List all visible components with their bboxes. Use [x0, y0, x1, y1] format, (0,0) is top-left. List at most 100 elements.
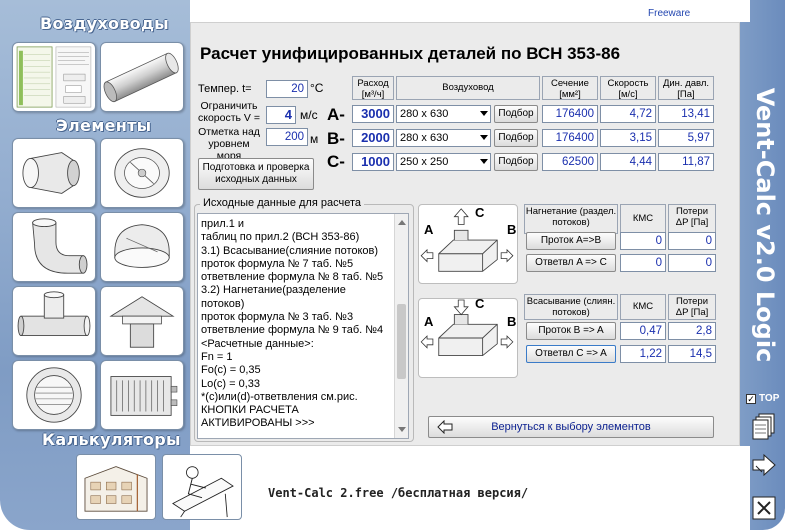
header-duct: Воздуховод	[396, 76, 540, 100]
row-b-flow[interactable]: 2000	[352, 129, 394, 147]
row-c-duct-select[interactable]: 250 x 250	[396, 153, 491, 171]
chevron-down-icon	[480, 111, 488, 116]
injection-kms-header: КМС	[620, 204, 666, 234]
suction-loss-header: Потери ΔP [Па]	[668, 294, 716, 320]
speed-label: Ограничить скорость V =	[198, 100, 260, 124]
suction-header: Всасывание (слиян. потоков)	[524, 294, 618, 320]
prepare-data-button[interactable]: Подготовка и проверка исходных данных	[198, 158, 314, 190]
injection-pass-button[interactable]: Проток A=>B	[526, 232, 616, 250]
element-reducer-thumb[interactable]	[12, 138, 96, 208]
memo-line: таблиц по прил.2 (ВСН 353-86)	[201, 231, 360, 244]
header-speed: Скорость [м/с]	[600, 76, 656, 100]
app-window: Воздуховоды Элементы Калькуляторы Freewa…	[0, 0, 785, 530]
element-valve-thumb[interactable]	[100, 138, 184, 208]
scroll-down-icon[interactable]	[398, 427, 406, 432]
row-a-duct-value: 280 x 630	[400, 108, 449, 120]
diagram1-label-a: A	[424, 222, 434, 237]
suction-pass-loss: 2,8	[668, 322, 716, 340]
row-a-label: A-	[327, 105, 345, 124]
element-round-valve-thumb[interactable]	[100, 212, 184, 282]
calculator-engineer-thumb[interactable]	[162, 454, 242, 520]
element-hood-thumb[interactable]	[100, 286, 184, 356]
memo-line: <Расчетные данные>:	[201, 337, 314, 350]
memo-line: Fn = 1	[201, 350, 233, 363]
vertical-app-name: Vent-Calc v2.0 Logic	[748, 87, 782, 363]
injection-branch-button[interactable]: Ответвл A => C	[526, 254, 616, 272]
elevation-label: Отметка над уровнем моря	[198, 126, 260, 162]
row-a-flow[interactable]: 3000	[352, 105, 394, 123]
row-c-label: C-	[327, 152, 345, 171]
chevron-down-icon	[480, 159, 488, 164]
memo-line: АКТИВИРОВАНЫ >>>	[201, 417, 315, 430]
row-b-speed: 3,15	[600, 129, 656, 147]
row-a-select-button[interactable]: Подбор	[494, 105, 538, 123]
vertical-app-name-text: Vent-Calc v2.0 Logic	[751, 87, 779, 363]
back-to-elements-button[interactable]: Вернуться к выбору элементов	[428, 416, 714, 438]
calculator-building-thumb[interactable]	[76, 454, 156, 520]
memo-line: *(c)или(d)-ответвления см.рис.	[201, 390, 358, 403]
temp-unit: °C	[310, 81, 324, 95]
row-a-speed: 4,72	[600, 105, 656, 123]
row-c-flow[interactable]: 1000	[352, 153, 394, 171]
memo-scrollbar[interactable]	[394, 214, 408, 438]
row-b-pressure: 5,97	[658, 129, 714, 147]
injection-header: Нагнетание (раздел. потоков)	[524, 204, 618, 234]
round-valve-illustration	[114, 224, 170, 268]
memo-line: Lo(c) = 0,33	[201, 377, 261, 390]
suction-branch-kms: 1,22	[620, 345, 666, 363]
speed-input[interactable]: 4	[266, 106, 296, 124]
duct-pipe-illustration	[103, 52, 179, 103]
diagram2-label-c: C	[475, 296, 485, 311]
memo-textbox[interactable]: прил.1 и таблиц по прил.2 (ВСН 353-86) 3.1…	[197, 213, 409, 439]
scroll-thumb[interactable]	[397, 304, 406, 379]
duct-table-thumb[interactable]	[12, 42, 96, 112]
grille-illustration	[26, 367, 82, 423]
row-a-pressure: 13,41	[658, 105, 714, 123]
scroll-up-icon[interactable]	[398, 220, 406, 225]
suction-branch-button[interactable]: Ответвл C => A	[526, 345, 616, 363]
suction-diagram	[418, 298, 518, 378]
row-b-duct-value: 280 x 630	[400, 132, 449, 144]
chevron-down-icon	[480, 135, 488, 140]
suction-pass-kms: 0,47	[620, 322, 666, 340]
arrow-left-icon	[437, 419, 453, 435]
section-elements-title: Элементы	[56, 116, 152, 135]
documents-icon[interactable]	[750, 412, 778, 440]
hood-illustration	[109, 296, 175, 348]
export-icon[interactable]	[750, 452, 778, 480]
header-section: Сечение [мм²]	[542, 76, 598, 100]
element-elbow-thumb[interactable]	[12, 212, 96, 282]
heater-illustration	[110, 376, 178, 416]
row-b-duct-select[interactable]: 280 x 630	[396, 129, 491, 147]
section-ducts-title: Воздуховоды	[40, 14, 169, 33]
temp-input[interactable]: 20	[266, 80, 308, 98]
page-title: Расчет унифицированных деталей по ВСН 35…	[200, 44, 621, 63]
exit-icon[interactable]	[750, 494, 778, 522]
memo-line: 3.2) Нагнетание(разделение	[201, 284, 346, 297]
injection-pass-kms: 0	[620, 232, 666, 250]
row-b-select-button[interactable]: Подбор	[494, 129, 538, 147]
element-tee-thumb[interactable]	[12, 286, 96, 356]
memo-line: КНОПКИ РАСЧЕТА	[201, 404, 299, 417]
injection-loss-header: Потери ΔP [Па]	[668, 204, 716, 234]
top-checkbox[interactable]: ✓ TOP	[746, 393, 779, 404]
memo-line: проток формула № 7 таб. №5	[201, 257, 354, 270]
injection-pass-loss: 0	[668, 232, 716, 250]
suction-pass-button[interactable]: Проток B => A	[526, 322, 616, 340]
row-a-duct-select[interactable]: 280 x 630	[396, 105, 491, 123]
tee-merge-diagram	[420, 299, 514, 356]
row-c-duct-value: 250 x 250	[400, 156, 449, 168]
checkbox-checked-icon: ✓	[746, 394, 756, 404]
memo-line: потоков)	[201, 297, 245, 310]
duct-pipe-thumb[interactable]	[100, 42, 184, 112]
memo-line: прил.1 и	[201, 218, 245, 230]
footer-version: Vent-Calc 2.free /бесплатная версия/	[268, 486, 529, 500]
row-c-select-button[interactable]: Подбор	[494, 153, 538, 171]
memo-title: Исходные данные для расчета	[200, 197, 364, 209]
element-grille-thumb[interactable]	[12, 360, 96, 430]
element-heater-thumb[interactable]	[100, 360, 184, 430]
diagram1-label-c: C	[475, 205, 485, 220]
header-pressure: Дин. давл. [Па]	[658, 76, 714, 100]
elevation-input[interactable]: 200	[266, 128, 308, 146]
injection-diagram	[418, 204, 518, 284]
